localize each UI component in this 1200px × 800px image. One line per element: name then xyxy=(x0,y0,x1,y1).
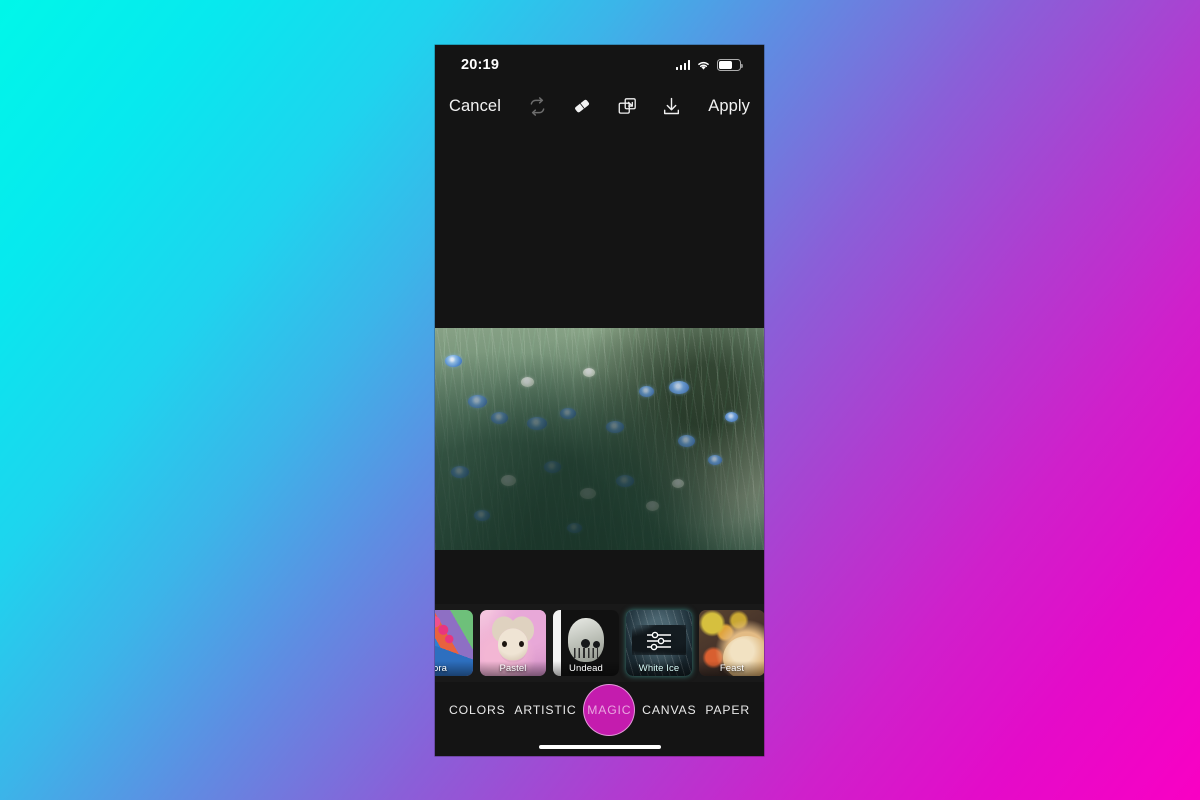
filter-label: White Ice xyxy=(626,661,692,676)
status-bar: 20:19 xyxy=(435,45,764,85)
filter-label: ora xyxy=(435,661,473,676)
filter-thumb-undead[interactable]: Undead xyxy=(553,610,619,676)
tab-paper[interactable]: PAPER xyxy=(703,699,752,721)
layers-transform-icon[interactable] xyxy=(610,91,644,121)
home-indicator-area xyxy=(435,738,764,756)
editor-toolbar: Cancel Apply xyxy=(435,85,764,127)
home-indicator[interactable] xyxy=(538,744,661,750)
tab-colors[interactable]: COLORS xyxy=(447,699,508,721)
photo-preview[interactable] xyxy=(435,328,764,550)
status-clock: 20:19 xyxy=(461,57,500,73)
category-tab-bar[interactable]: COLORS ARTISTIC MAGIC CANVAS PAPER xyxy=(435,682,764,738)
phone-screen: 20:19 Cancel Apply ora Pastel Undead Whi… xyxy=(435,45,764,756)
skull-eyes xyxy=(580,639,590,649)
filter-label: Undead xyxy=(553,661,619,676)
download-icon[interactable] xyxy=(655,91,689,121)
editor-canvas[interactable] xyxy=(435,127,764,604)
cancel-button[interactable]: Cancel xyxy=(449,97,501,116)
battery-icon xyxy=(717,59,744,71)
tab-artistic[interactable]: ARTISTIC xyxy=(512,699,578,721)
toolbar-icon-group xyxy=(501,91,708,121)
filter-thumb-flora[interactable]: ora xyxy=(435,610,473,676)
apply-button[interactable]: Apply xyxy=(708,97,750,116)
cellular-signal-icon xyxy=(675,60,690,70)
photo-shading xyxy=(435,328,764,550)
eraser-icon[interactable] xyxy=(565,91,599,121)
bunny-eyes xyxy=(502,641,524,648)
sliders-icon[interactable] xyxy=(644,629,674,653)
battery-fill xyxy=(719,61,733,69)
wifi-icon xyxy=(696,60,711,71)
loop-icon[interactable] xyxy=(520,91,554,121)
filter-thumb-pastel[interactable]: Pastel xyxy=(480,610,546,676)
tab-magic[interactable]: MAGIC xyxy=(583,684,636,736)
filter-label: Feast xyxy=(699,661,764,676)
filter-label: Pastel xyxy=(480,661,546,676)
filter-thumbnail-strip[interactable]: ora Pastel Undead White Ice Feast xyxy=(435,604,764,682)
filter-thumb-feast[interactable]: Feast xyxy=(699,610,764,676)
filter-thumb-white-ice[interactable]: White Ice xyxy=(626,610,692,676)
tab-canvas[interactable]: CANVAS xyxy=(640,699,698,721)
status-icons xyxy=(675,59,744,71)
